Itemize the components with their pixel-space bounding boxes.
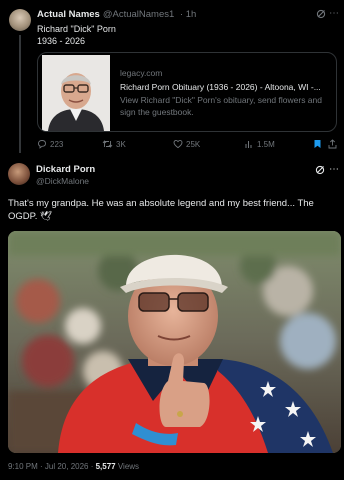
more-icon[interactable]: ⋯ — [329, 164, 339, 176]
retweet-button[interactable]: 3K — [102, 139, 126, 149]
tweet-text: Richard "Dick" Porn 1936 - 2026 — [37, 23, 116, 47]
tweet-meta: 9:10 PM · Jul 20, 2026 · 5,577 Views — [8, 462, 139, 471]
tweet-time[interactable]: · 1h — [180, 9, 196, 20]
bookmark-icon — [314, 140, 321, 148]
share-icon — [328, 139, 337, 149]
reply-count: 223 — [50, 139, 64, 149]
reply-icon — [38, 140, 46, 149]
author-handle[interactable]: @DickMalone — [36, 176, 89, 186]
tweet-text-line: 1936 - 2026 — [37, 36, 86, 46]
retweet-count: 3K — [116, 139, 126, 149]
like-button[interactable]: 25K — [173, 139, 200, 149]
timestamp[interactable]: 9:10 PM · Jul 20, 2026 · — [8, 462, 96, 471]
views-count: 1.5M — [257, 139, 275, 149]
link-card[interactable]: legacy.com Richard Porn Obituary (1936 -… — [37, 52, 337, 132]
card-description: View Richard "Dick" Porn's obituary, sen… — [120, 95, 322, 117]
thread-connector — [19, 35, 21, 153]
tweet-photo[interactable] — [8, 231, 341, 453]
grok-icon[interactable] — [315, 165, 325, 179]
grok-icon[interactable] — [316, 9, 326, 23]
tweet-text-line: Richard "Dick" Porn — [37, 24, 116, 34]
share-button[interactable] — [328, 139, 337, 149]
card-title: Richard Porn Obituary (1936 - 2026) - Al… — [120, 82, 321, 92]
like-count: 25K — [186, 139, 201, 149]
avatar[interactable] — [9, 9, 31, 31]
author-handle[interactable]: @ActualNames1 — [103, 9, 174, 20]
card-domain: legacy.com — [120, 68, 163, 78]
views-label: Views — [115, 462, 140, 471]
author-name[interactable]: Actual Names — [37, 9, 100, 20]
tweet-text: That's my grandpa. He was an absolute le… — [8, 198, 314, 222]
quoted-tweet[interactable]: Actual Names @ActualNames1 · 1h ⋯ Richard… — [0, 0, 344, 160]
reply-button[interactable]: 223 — [37, 139, 63, 149]
avatar[interactable] — [8, 163, 30, 185]
bookmark-button[interactable] — [313, 139, 322, 149]
more-icon[interactable]: ⋯ — [329, 8, 339, 20]
tweet-header: Actual Names @ActualNames1 · 1h — [37, 9, 196, 20]
views-icon — [245, 141, 252, 148]
author-name[interactable]: Dickard Porn — [36, 164, 95, 175]
views-button[interactable]: 1.5M — [244, 139, 275, 149]
retweet-icon — [102, 140, 113, 148]
heart-icon — [173, 139, 183, 149]
card-image — [42, 55, 110, 131]
tweet-actions: 223 3K 25K 1.5M — [37, 139, 337, 151]
views-count: 5,577 — [95, 462, 116, 471]
